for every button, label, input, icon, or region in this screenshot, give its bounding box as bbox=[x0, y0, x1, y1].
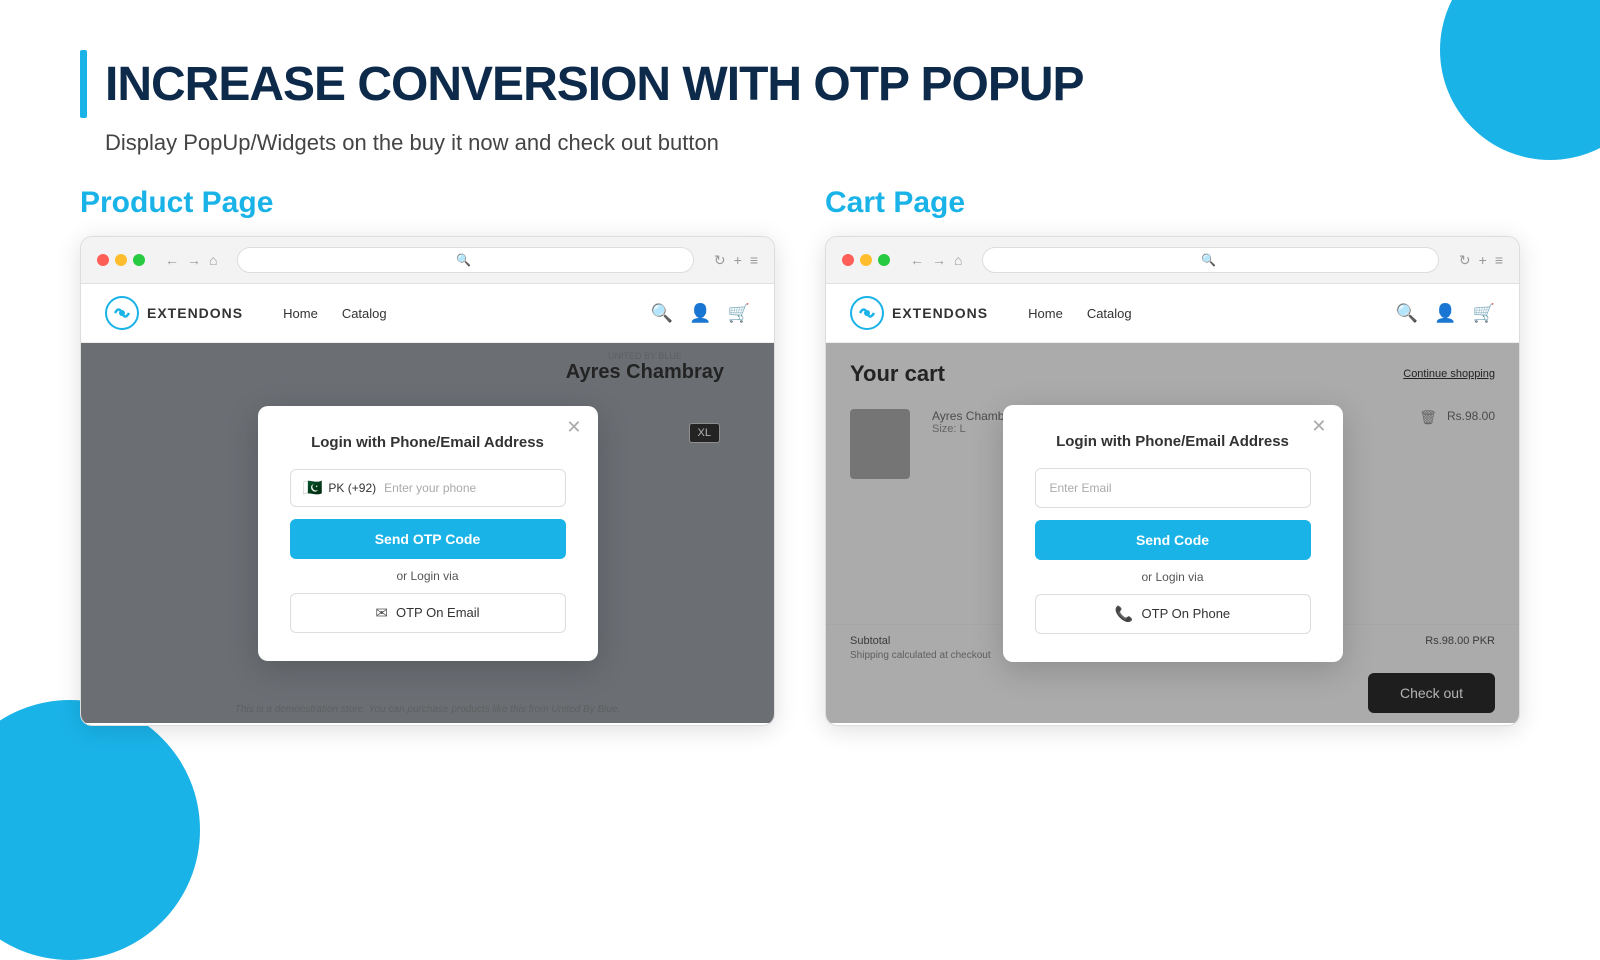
product-section-title: Product Page bbox=[80, 186, 775, 220]
product-nav-catalog[interactable]: Catalog bbox=[342, 306, 387, 321]
refresh-icon[interactable]: ↻ bbox=[714, 252, 726, 269]
cart-home-icon[interactable]: ⌂ bbox=[954, 252, 962, 268]
product-popup-box: ✕ Login with Phone/Email Address 🇵🇰 PK (… bbox=[258, 406, 598, 661]
main-title: INCREASE CONVERSION WITH OTP POPUP bbox=[105, 57, 1084, 112]
home-icon[interactable]: ⌂ bbox=[209, 252, 217, 268]
cart-account-icon[interactable]: 👤 bbox=[1434, 303, 1456, 324]
phone-icon: 📞 bbox=[1115, 605, 1134, 623]
browser-address-bar[interactable]: 🔍 bbox=[237, 247, 693, 273]
dot-red[interactable] bbox=[97, 254, 109, 266]
browser-nav-icons: ← → ⌂ bbox=[165, 252, 217, 268]
product-nav-home[interactable]: Home bbox=[283, 306, 318, 321]
browser-dots bbox=[97, 254, 145, 266]
product-popup-close[interactable]: ✕ bbox=[566, 418, 581, 436]
cart-store-nav: EXTENDONS Home Catalog 🔍 👤 🛒 bbox=[826, 284, 1519, 343]
dot-yellow[interactable] bbox=[115, 254, 127, 266]
cart-more-icon[interactable]: ≡ bbox=[1495, 252, 1503, 269]
back-icon[interactable]: ← bbox=[165, 252, 179, 268]
cart-popup-close[interactable]: ✕ bbox=[1311, 417, 1326, 435]
cart-search-icon[interactable]: 🔍 bbox=[1396, 303, 1418, 324]
cart-or-text: or Login via bbox=[1035, 570, 1311, 584]
cart-secondary-btn-label: OTP On Phone bbox=[1142, 606, 1231, 621]
product-browser-toolbar: ← → ⌂ 🔍 ↻ + ≡ bbox=[81, 237, 774, 284]
product-browser-mockup: ← → ⌂ 🔍 ↻ + ≡ bbox=[80, 236, 775, 726]
cart-address-search-icon: 🔍 bbox=[1201, 253, 1216, 267]
cart-store-logo: EXTENDONS bbox=[850, 296, 988, 330]
cart-browser-nav-icons: ← → ⌂ bbox=[910, 252, 962, 268]
cart-extendons-logo-icon bbox=[850, 296, 884, 330]
product-otp-email-btn[interactable]: ✉ OTP On Email bbox=[290, 593, 566, 633]
product-store-logo: EXTENDONS bbox=[105, 296, 243, 330]
phone-code: PK (+92) bbox=[328, 481, 376, 495]
product-send-otp-btn[interactable]: Send OTP Code bbox=[290, 519, 566, 559]
cart-section-title: Cart Page bbox=[825, 186, 1520, 220]
more-icon[interactable]: ≡ bbox=[750, 252, 758, 269]
cart-popup-overlay: ✕ Login with Phone/Email Address Enter E… bbox=[826, 343, 1519, 723]
cart-email-input[interactable]: Enter Email bbox=[1035, 468, 1311, 508]
product-phone-input[interactable]: 🇵🇰 PK (+92) Enter your phone bbox=[290, 469, 566, 507]
cart-store-menu: Home Catalog bbox=[1028, 306, 1396, 321]
subtitle: Display PopUp/Widgets on the buy it now … bbox=[105, 130, 1520, 156]
header-accent-bar bbox=[80, 50, 87, 118]
product-search-icon[interactable]: 🔍 bbox=[651, 303, 673, 324]
product-cart-icon[interactable]: 🛒 bbox=[728, 303, 750, 324]
cart-refresh-icon[interactable]: ↻ bbox=[1459, 252, 1471, 269]
extendons-logo-icon bbox=[105, 296, 139, 330]
product-store-menu: Home Catalog bbox=[283, 306, 651, 321]
cart-browser-right-icons: ↻ + ≡ bbox=[1459, 252, 1503, 269]
email-icon: ✉ bbox=[375, 604, 388, 622]
cart-content-bg: Your cart Continue shopping Ayres Chambr… bbox=[826, 343, 1519, 723]
cart-send-code-btn[interactable]: Send Code bbox=[1035, 520, 1311, 560]
header-section: INCREASE CONVERSION WITH OTP POPUP Displ… bbox=[80, 50, 1520, 156]
product-store-icons: 🔍 👤 🛒 bbox=[651, 303, 750, 324]
cart-nav-home[interactable]: Home bbox=[1028, 306, 1063, 321]
forward-icon[interactable]: → bbox=[187, 252, 201, 268]
cart-otp-phone-btn[interactable]: 📞 OTP On Phone bbox=[1035, 594, 1311, 634]
product-popup-overlay: ✕ Login with Phone/Email Address 🇵🇰 PK (… bbox=[81, 343, 774, 723]
browser-right-icons: ↻ + ≡ bbox=[714, 252, 758, 269]
cart-cart-icon[interactable]: 🛒 bbox=[1473, 303, 1495, 324]
product-or-text: or Login via bbox=[290, 569, 566, 583]
cart-browser-dots bbox=[842, 254, 890, 266]
cart-forward-icon[interactable]: → bbox=[932, 252, 946, 268]
cart-nav-catalog[interactable]: Catalog bbox=[1087, 306, 1132, 321]
product-content-bg: UNITED BY BLUE Ayres Chambray XL ✕ Login… bbox=[81, 343, 774, 723]
cart-browser-toolbar: ← → ⌂ 🔍 ↻ + ≡ bbox=[826, 237, 1519, 284]
product-popup-title: Login with Phone/Email Address bbox=[290, 434, 566, 451]
cart-browser-mockup: ← → ⌂ 🔍 ↻ + ≡ bbox=[825, 236, 1520, 726]
cart-store-icons: 🔍 👤 🛒 bbox=[1396, 303, 1495, 324]
cart-tab-add-icon[interactable]: + bbox=[1479, 252, 1487, 269]
cart-popup-box: ✕ Login with Phone/Email Address Enter E… bbox=[1003, 405, 1343, 662]
cart-store-name: EXTENDONS bbox=[892, 305, 988, 321]
cart-dot-yellow[interactable] bbox=[860, 254, 872, 266]
phone-placeholder: Enter your phone bbox=[384, 481, 476, 495]
product-store-nav: EXTENDONS Home Catalog 🔍 👤 🛒 bbox=[81, 284, 774, 343]
dot-green[interactable] bbox=[133, 254, 145, 266]
tab-add-icon[interactable]: + bbox=[734, 252, 742, 269]
cart-page-panel: Cart Page ← → ⌂ 🔍 bbox=[825, 186, 1520, 726]
product-secondary-btn-label: OTP On Email bbox=[396, 605, 480, 620]
cart-popup-title: Login with Phone/Email Address bbox=[1035, 433, 1311, 450]
cart-browser-address-bar[interactable]: 🔍 bbox=[982, 247, 1438, 273]
cart-dot-green[interactable] bbox=[878, 254, 890, 266]
cart-email-placeholder: Enter Email bbox=[1050, 481, 1112, 495]
cart-dot-red[interactable] bbox=[842, 254, 854, 266]
product-account-icon[interactable]: 👤 bbox=[689, 303, 711, 324]
product-page-panel: Product Page ← → ⌂ 🔍 bbox=[80, 186, 775, 726]
cart-back-icon[interactable]: ← bbox=[910, 252, 924, 268]
panels-row: Product Page ← → ⌂ 🔍 bbox=[80, 186, 1520, 726]
phone-flag: 🇵🇰 bbox=[303, 478, 323, 498]
address-search-icon: 🔍 bbox=[456, 253, 471, 267]
product-store-name: EXTENDONS bbox=[147, 305, 243, 321]
